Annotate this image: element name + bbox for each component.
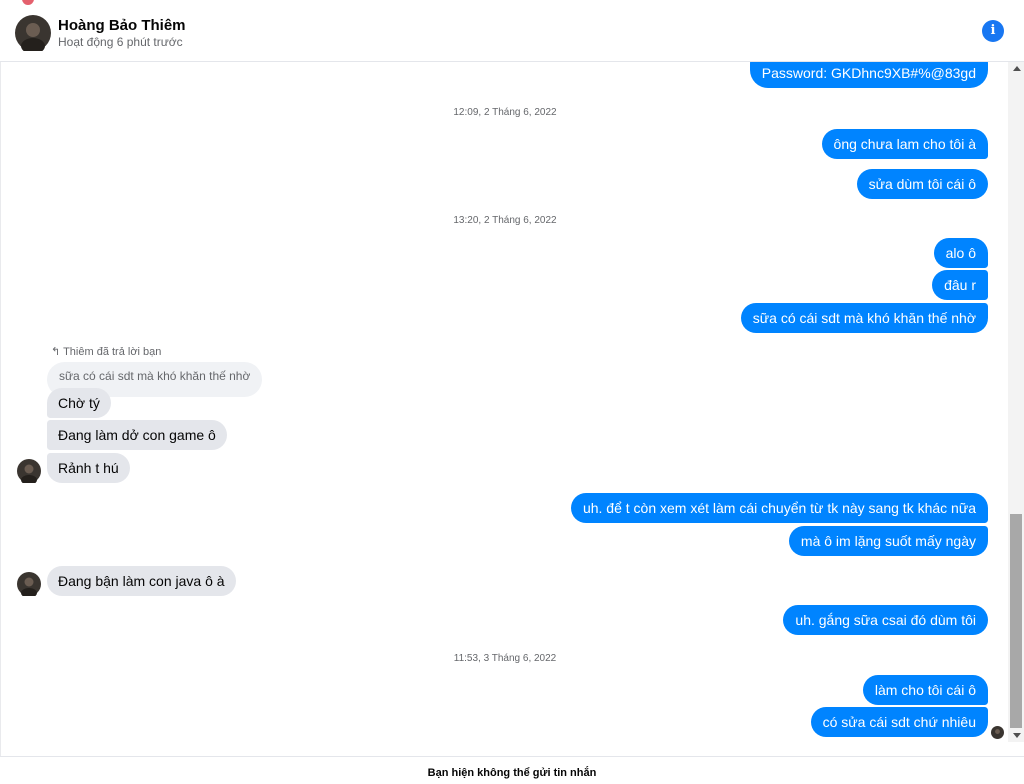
info-icon[interactable]: i bbox=[982, 20, 1004, 42]
message-outgoing[interactable]: làm cho tôi cái ô bbox=[862, 675, 988, 705]
composer-disabled-notice: Bạn hiện không thể gửi tin nhắn bbox=[0, 756, 1024, 784]
reply-arrow-icon: ↰ bbox=[51, 346, 61, 358]
conversation-header: Hoàng Bảo Thiêm Hoạt động 6 phút trước i bbox=[0, 6, 1024, 62]
message-outgoing[interactable]: có sửa cái sdt chứ nhiêu bbox=[810, 707, 988, 737]
active-status: Hoạt động 6 phút trước bbox=[58, 35, 183, 49]
message-text: Password: GKDhnc9XB#%@83gd bbox=[761, 65, 976, 81]
message-outgoing[interactable]: sửa dùm tôi cái ô bbox=[856, 169, 988, 199]
notification-dot bbox=[22, 0, 34, 5]
message-list[interactable]: Password: GKDhnc9XB#%@83gd 12:09, 2 Thán… bbox=[0, 62, 1008, 756]
cannot-send-text: Bạn hiện không thể gửi tin nhắn bbox=[427, 767, 597, 779]
message-incoming[interactable]: Đang bận làm con java ô à bbox=[47, 566, 236, 596]
message-outgoing[interactable]: sữa có cái sdt mà khó khăn thế nhờ bbox=[740, 303, 988, 333]
timestamp: 12:09, 2 Tháng 6, 2022 bbox=[453, 107, 557, 118]
message-incoming[interactable]: Chờ tý bbox=[47, 388, 111, 418]
scrollbar[interactable] bbox=[1008, 62, 1024, 742]
contact-avatar-small bbox=[17, 459, 41, 483]
scroll-up-icon[interactable] bbox=[1013, 66, 1021, 71]
scrollbar-thumb[interactable] bbox=[1010, 514, 1022, 728]
reply-note-text: Thiêm đã trả lời bạn bbox=[63, 346, 162, 358]
timestamp: 11:53, 3 Tháng 6, 2022 bbox=[453, 653, 557, 664]
contact-avatar[interactable] bbox=[15, 15, 51, 51]
message-incoming[interactable]: Rảnh t hú bbox=[47, 453, 130, 483]
message-outgoing[interactable]: Password: GKDhnc9XB#%@83gd bbox=[749, 62, 988, 88]
seen-avatar bbox=[991, 726, 1004, 739]
message-outgoing[interactable]: uh. gắng sữa csai đó dùm tôi bbox=[783, 605, 988, 635]
reply-indicator: ↰ Thiêm đã trả lời bạn bbox=[51, 345, 161, 358]
contact-name[interactable]: Hoàng Bảo Thiêm bbox=[58, 17, 186, 34]
message-outgoing[interactable]: alo ô bbox=[933, 238, 988, 268]
scroll-down-icon[interactable] bbox=[1013, 733, 1021, 738]
message-outgoing[interactable]: uh. để t còn xem xét làm cái chuyển từ t… bbox=[570, 493, 988, 523]
message-outgoing[interactable]: mà ô im lặng suốt mấy ngày bbox=[788, 526, 988, 556]
message-outgoing[interactable]: ông chưa lam cho tôi à bbox=[821, 129, 988, 159]
contact-avatar-small bbox=[17, 572, 41, 596]
message-outgoing[interactable]: đâu r bbox=[932, 270, 988, 300]
message-incoming[interactable]: Đang làm dở con game ô bbox=[47, 420, 227, 450]
timestamp: 13:20, 2 Tháng 6, 2022 bbox=[453, 215, 557, 226]
